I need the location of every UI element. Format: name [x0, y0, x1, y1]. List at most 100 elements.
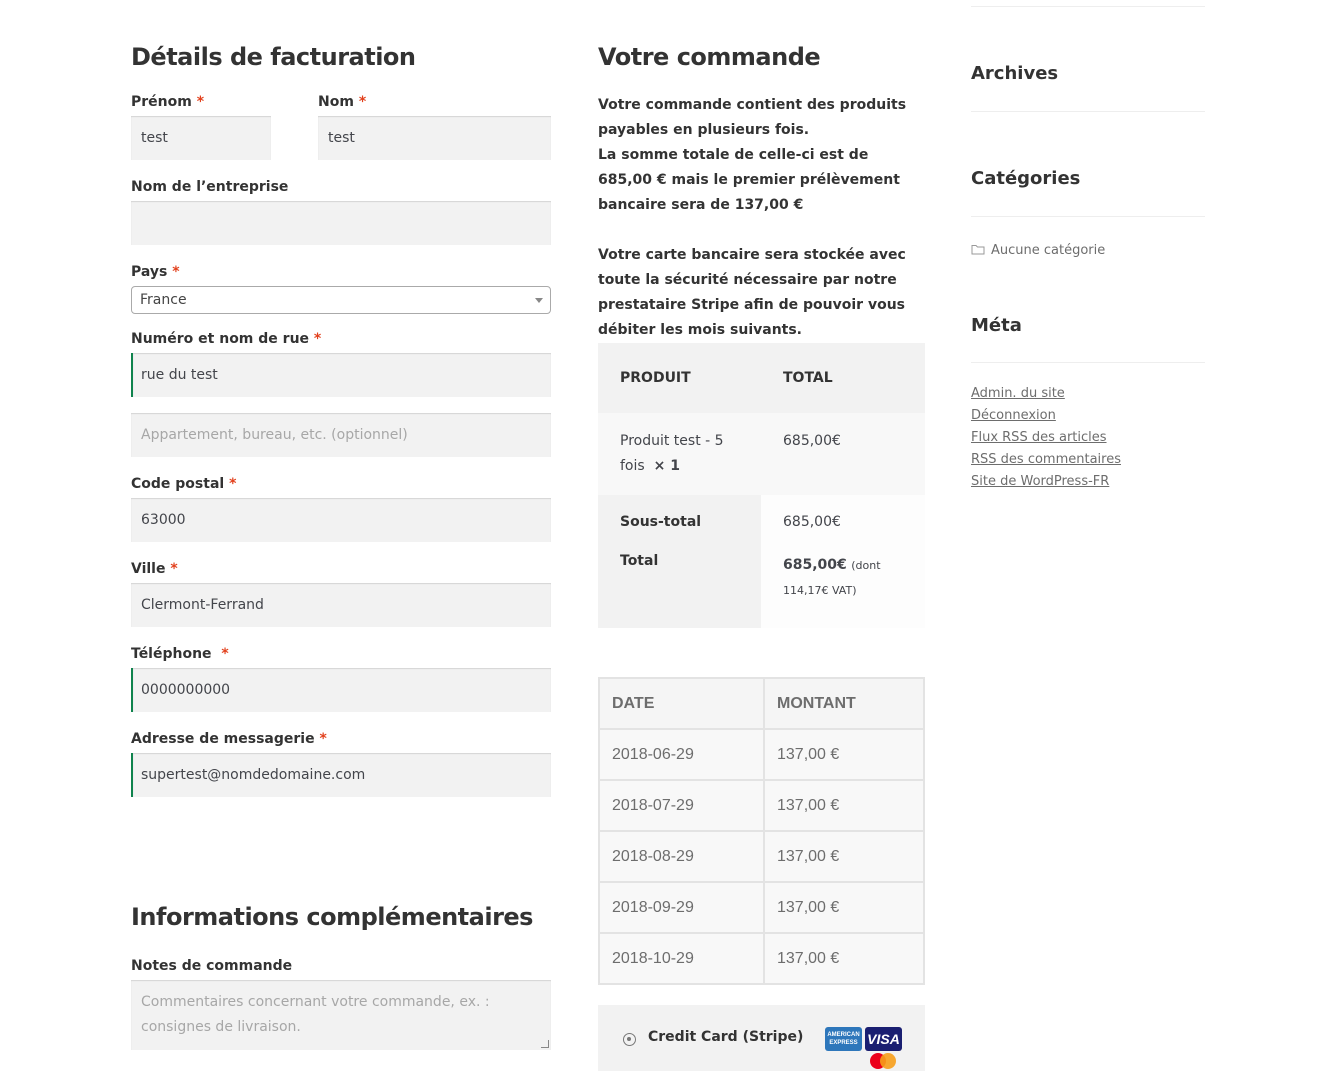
total-label: Total — [598, 545, 761, 628]
schedule-date: 2018-08-29 — [598, 830, 765, 883]
notice-total-first-charge: La somme totale de celle-ci est de 685,0… — [598, 147, 900, 213]
last-name-label: Nom * — [318, 94, 551, 110]
divider — [971, 362, 1205, 363]
schedule-amount: 137,00 € — [763, 881, 925, 934]
order-review-section: Votre commande Votre commande contient d… — [598, 40, 925, 1071]
country-label: Pays * — [131, 264, 551, 280]
required-mark: * — [196, 94, 205, 110]
street-input[interactable]: rue du test — [131, 353, 551, 397]
phone-label: Téléphone * — [131, 646, 551, 662]
order-notes-textarea[interactable]: Commentaires concernant votre commande, … — [131, 980, 551, 1050]
required-mark: * — [319, 731, 327, 747]
order-notice: Votre commande contient des produits pay… — [598, 93, 925, 343]
total-row: Total 685,00€ (dont 114,17€ VAT) — [598, 545, 925, 628]
meta-link-wordpress-fr[interactable]: Site de WordPress-FR — [971, 471, 1121, 493]
visa-icon: VISA — [865, 1027, 902, 1051]
billing-title: Détails de facturation — [131, 43, 416, 71]
company-label: Nom de l’entreprise — [131, 179, 289, 195]
postcode-row: Code postal * 63000 — [131, 476, 551, 542]
product-quantity: × 1 — [653, 458, 680, 474]
last-name-label-text: Nom — [318, 94, 354, 110]
phone-input[interactable]: 0000000000 — [131, 668, 551, 712]
meta-link-comments-rss[interactable]: RSS des commentaires — [971, 449, 1121, 471]
order-notes-placeholder: Commentaires concernant votre commande, … — [141, 994, 490, 1035]
email-row: Adresse de messagerie * supertest@nomded… — [131, 731, 551, 797]
category-item: Aucune catégorie — [971, 239, 1105, 258]
table-row: 2018-08-29 137,00 € — [598, 830, 925, 883]
postcode-label: Code postal * — [131, 476, 551, 492]
required-mark: * — [229, 476, 237, 492]
schedule-date: 2018-09-29 — [598, 881, 765, 934]
schedule-amount: 137,00 € — [763, 830, 925, 883]
company-row: Nom de l’entreprise — [131, 179, 551, 245]
no-category-text: Aucune catégorie — [991, 243, 1106, 258]
country-value: France — [140, 292, 187, 308]
street-label: Numéro et nom de rue * — [131, 331, 551, 347]
meta-link-entries-rss[interactable]: Flux RSS des articles — [971, 427, 1121, 449]
meta-link-admin[interactable]: Admin. du site — [971, 383, 1121, 405]
country-select[interactable]: France — [131, 286, 551, 314]
table-row: 2018-06-29 137,00 € — [598, 728, 925, 781]
required-mark: * — [221, 646, 229, 662]
schedule-date: 2018-06-29 — [598, 728, 765, 781]
table-row: 2018-09-29 137,00 € — [598, 881, 925, 934]
col-total-header: Total — [761, 343, 925, 413]
street2-input[interactable]: Appartement, bureau, etc. (optionnel) — [131, 413, 551, 457]
required-mark: * — [170, 561, 178, 577]
last-name-row: Nom * test — [318, 94, 551, 160]
postcode-label-text: Code postal — [131, 476, 225, 492]
required-mark: * — [313, 331, 322, 347]
street-label-text: Numéro et nom de rue — [131, 331, 310, 347]
street-row: Numéro et nom de rue * rue du test — [131, 331, 551, 397]
divider — [971, 111, 1205, 112]
archives-title: Archives — [971, 63, 1059, 84]
required-mark: * — [358, 94, 367, 110]
order-notice-line: Votre commande contient des produits pay… — [598, 93, 925, 218]
meta-title: Méta — [971, 315, 1022, 336]
schedule-date: 2018-07-29 — [598, 779, 765, 832]
first-name-label: Prénom * — [131, 94, 271, 110]
city-label-text: Ville — [131, 561, 166, 577]
city-input[interactable]: Clermont-Ferrand — [131, 583, 551, 627]
notice-card-storage: Votre carte bancaire sera stockée avec t… — [598, 247, 906, 338]
street2-row: Appartement, bureau, etc. (optionnel) — [131, 413, 551, 457]
first-name-row: Prénom * test — [131, 94, 271, 160]
schedule-date: 2018-10-29 — [598, 932, 765, 985]
schedule-amount: 137,00 € — [763, 932, 925, 985]
total-value-cell: 685,00€ (dont 114,17€ VAT) — [761, 545, 925, 628]
payment-method-box[interactable]: Credit Card (Stripe) AMERICAN EXPRESS VI… — [598, 1005, 925, 1071]
subtotal-label: Sous-total — [598, 495, 761, 545]
payment-method-label[interactable]: Credit Card (Stripe) — [648, 1029, 803, 1045]
postcode-input[interactable]: 63000 — [131, 498, 551, 542]
city-row: Ville * Clermont-Ferrand — [131, 561, 551, 627]
resize-handle-icon[interactable] — [541, 1040, 549, 1048]
order-title: Votre commande — [598, 43, 821, 71]
first-name-label-text: Prénom — [131, 94, 192, 110]
meta-link-logout[interactable]: Déconnexion — [971, 405, 1121, 427]
country-label-text: Pays — [131, 264, 168, 280]
table-row: Produit test - 5 fois × 1 685,00€ — [598, 413, 925, 495]
folder-icon — [971, 245, 985, 255]
chevron-down-icon — [535, 298, 543, 303]
radio-selected-icon[interactable] — [623, 1033, 636, 1046]
product-total-cell: 685,00€ — [761, 413, 925, 495]
phone-label-text: Téléphone — [131, 646, 212, 662]
payment-schedule-table: Date Montant 2018-06-29 137,00 € 2018-07-… — [598, 677, 925, 985]
order-review-table: Produit Total Produit test - 5 fois × 1 … — [598, 343, 925, 628]
categories-title: Catégories — [971, 168, 1081, 189]
city-label: Ville * — [131, 561, 551, 577]
billing-section: Détails de facturation Prénom * test Nom… — [131, 40, 551, 1050]
col-date-header: Date — [598, 677, 765, 730]
email-input[interactable]: supertest@nomdedomaine.com — [131, 753, 551, 797]
additional-info-title: Informations complémentaires — [131, 903, 533, 931]
last-name-input[interactable]: test — [318, 116, 551, 160]
amex-icon: AMERICAN EXPRESS — [825, 1027, 862, 1051]
required-mark: * — [172, 264, 180, 280]
order-notes-row: Notes de commande Commentaires concernan… — [131, 958, 551, 1050]
divider — [971, 216, 1205, 217]
first-name-input[interactable]: test — [131, 116, 271, 160]
company-input[interactable] — [131, 201, 551, 245]
product-name-cell: Produit test - 5 fois × 1 — [598, 413, 761, 495]
schedule-amount: 137,00 € — [763, 779, 925, 832]
subtotal-row: Sous-total 685,00€ — [598, 495, 925, 545]
